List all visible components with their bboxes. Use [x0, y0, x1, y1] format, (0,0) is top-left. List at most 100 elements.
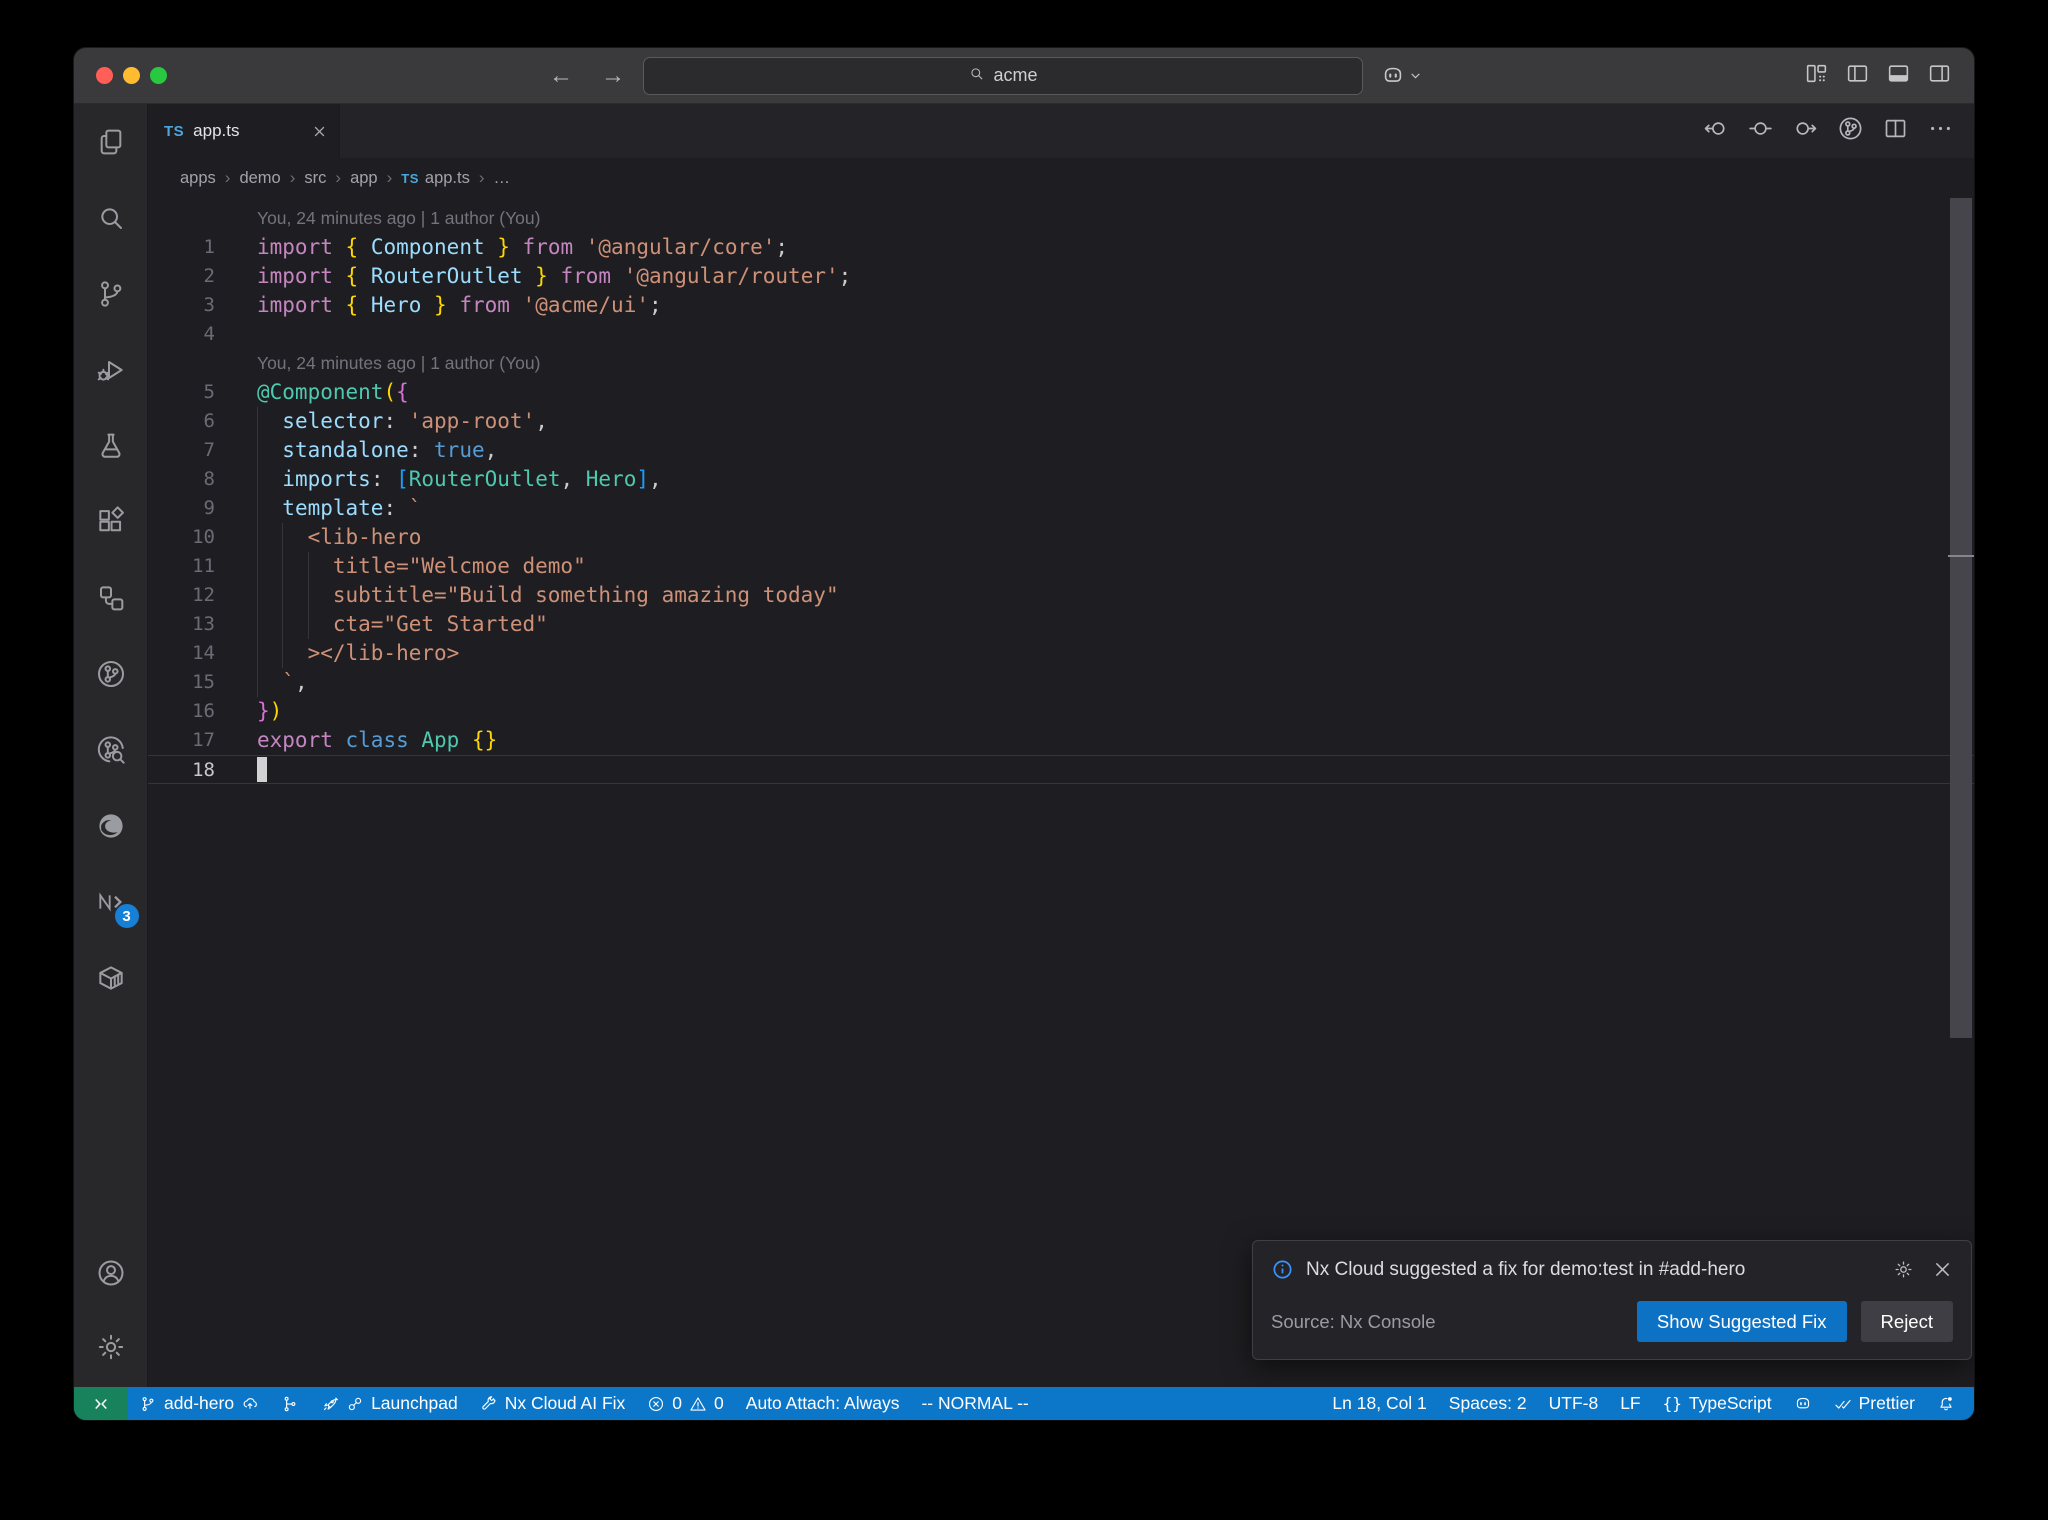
status-item-gitlens-launchpad[interactable]: Launchpad	[310, 1387, 469, 1420]
scrollbar-thumb[interactable]	[1950, 198, 1972, 1038]
activity-item-search[interactable]	[87, 194, 135, 242]
activity-item-containers[interactable]	[87, 954, 135, 1002]
activity-item-project-hierarchy[interactable]	[87, 574, 135, 622]
toggle-primary-sidebar-icon[interactable]	[1845, 61, 1870, 91]
code-line-6: 6 selector: 'app-root',	[148, 407, 1974, 436]
activity-item-manage-settings[interactable]	[87, 1323, 135, 1371]
activity-item-accounts[interactable]	[87, 1249, 135, 1297]
history-forward-button[interactable]: →	[601, 62, 625, 90]
tab-close-icon[interactable]	[312, 124, 327, 139]
code-line-1: 1 import { Component } from '@angular/cor…	[203, 235, 789, 259]
history-back-button[interactable]: ←	[549, 62, 573, 90]
reject-button[interactable]: Reject	[1860, 1301, 1953, 1342]
notification-toast: Nx Cloud suggested a fix for demo:test i…	[1252, 1240, 1972, 1360]
command-center-search[interactable]: acme	[643, 56, 1363, 95]
blame-annotation: You, 24 minutes ago | 1 author (You)	[257, 353, 541, 373]
status-label: UTF-8	[1548, 1393, 1599, 1413]
breadcrumb-item-app.ts[interactable]: TS app.ts	[401, 169, 470, 188]
gear-icon	[95, 1331, 127, 1363]
activity-item-gitlens[interactable]	[87, 650, 135, 698]
status-label: 0	[672, 1393, 683, 1413]
bell-dot-icon	[1937, 1395, 1955, 1413]
status-label: 0	[714, 1393, 724, 1413]
tab-app-ts[interactable]: TS app.ts	[148, 104, 340, 158]
link-icon	[346, 1395, 364, 1413]
breadcrumb-separator: ›	[224, 168, 231, 187]
status-item-copilot-status[interactable]	[1783, 1387, 1823, 1420]
copilot-menu-button[interactable]	[1381, 64, 1422, 88]
breadcrumb-item-app[interactable]: app	[350, 169, 378, 188]
status-item-vim-mode[interactable]: -- NORMAL --	[910, 1387, 1039, 1420]
remote-icon	[92, 1395, 110, 1413]
toast-title: Nx Cloud suggested a fix for demo:test i…	[1306, 1258, 1746, 1280]
tab-bar: TS app.ts	[148, 104, 1974, 158]
code-line-18: 18	[148, 755, 1974, 784]
show-suggested-fix-button[interactable]: Show Suggested Fix	[1636, 1301, 1847, 1342]
maximize-window-button[interactable]	[150, 67, 167, 84]
status-item-nx-cloud-ai-fix[interactable]: Nx Cloud AI Fix	[469, 1387, 637, 1420]
code-line-12: 12 subtitle="Build something amazing tod…	[148, 581, 1974, 610]
status-item-encoding[interactable]: UTF-8	[1538, 1387, 1610, 1420]
breadcrumb-item-[interactable]: …	[494, 169, 511, 188]
activity-item-extensions[interactable]	[87, 498, 135, 546]
toast-settings-icon[interactable]	[1893, 1259, 1914, 1280]
account-icon	[95, 1257, 127, 1289]
status-item-commit-graph[interactable]	[270, 1387, 310, 1420]
status-label: add-hero	[164, 1393, 235, 1413]
status-item-cursor-position[interactable]: Ln 18, Col 1	[1321, 1387, 1437, 1420]
container-icon	[95, 962, 127, 994]
status-item-notifications-bell[interactable]	[1926, 1387, 1966, 1420]
code-line-15: 15 `,	[148, 668, 1974, 697]
status-item-indentation[interactable]: Spaces: 2	[1438, 1387, 1538, 1420]
code-line-10: 10 <lib-hero	[148, 523, 1974, 552]
activity-item-explorer[interactable]	[87, 118, 135, 166]
minimize-window-button[interactable]	[123, 67, 140, 84]
rocket-icon	[321, 1395, 339, 1413]
code-line-16: 16})	[192, 699, 283, 723]
search-icon	[968, 65, 985, 87]
breadcrumb-item-demo[interactable]: demo	[239, 169, 280, 188]
split-editor-icon[interactable]	[1882, 115, 1909, 147]
code-line-13: 13 cta="Get Started"	[148, 610, 1974, 639]
code-line-17: 17 export class App {}	[192, 728, 498, 752]
status-item-auto-attach[interactable]: Auto Attach: Always	[735, 1387, 911, 1420]
code-line-5: 5 @Component({	[203, 380, 409, 404]
status-label: Prettier	[1858, 1393, 1915, 1413]
files-icon	[95, 126, 127, 158]
status-item-eol-sequence[interactable]: LF	[1609, 1387, 1651, 1420]
branch-big-icon	[95, 278, 127, 310]
toggle-secondary-sidebar-icon[interactable]	[1927, 61, 1952, 91]
close-window-button[interactable]	[96, 67, 113, 84]
typescript-file-icon: TS	[401, 170, 419, 186]
editor-actions	[1702, 104, 1974, 158]
breadcrumb-item-src[interactable]: src	[304, 169, 326, 188]
status-item-formatter-prettier[interactable]: Prettier	[1823, 1387, 1926, 1420]
code-editor[interactable]: You, 24 minutes ago | 1 author (You) 1 imp…	[148, 198, 1974, 1387]
nav-back-icon[interactable]	[1702, 115, 1729, 147]
breadcrumb-item-apps[interactable]: apps	[180, 169, 216, 188]
status-item-git-branch-publish[interactable]: add-hero	[128, 1387, 270, 1420]
status-label: Spaces: 2	[1448, 1393, 1527, 1413]
activity-item-run-and-debug[interactable]	[87, 346, 135, 394]
gitlens-file-history-icon[interactable]	[1837, 115, 1864, 147]
code-line-7: 7 standalone: true,	[148, 436, 1974, 465]
breadcrumb-separator: ›	[478, 168, 485, 187]
code-line-2: 2 import { RouterOutlet } from '@angular/…	[203, 264, 852, 288]
toast-close-icon[interactable]	[1932, 1259, 1953, 1280]
activity-item-nx-console[interactable]: 3	[87, 878, 139, 928]
gitlens-icon	[95, 658, 127, 690]
activity-item-gitlens-search[interactable]	[87, 726, 135, 774]
status-item-remote-indicator[interactable]	[74, 1387, 128, 1420]
status-item-problems[interactable]: 00	[636, 1387, 734, 1420]
status-item-language-mode[interactable]: {} TypeScript	[1652, 1387, 1783, 1420]
activity-item-testing[interactable]	[87, 422, 135, 470]
more-actions-icon[interactable]	[1927, 115, 1954, 147]
next-change-icon[interactable]	[1792, 115, 1819, 147]
activity-item-source-control[interactable]	[87, 270, 135, 318]
customize-layout-icon[interactable]	[1804, 61, 1829, 91]
editor-scrollbar[interactable]	[1948, 198, 1974, 1387]
previous-change-icon[interactable]	[1747, 115, 1774, 147]
activity-item-edge-tools[interactable]	[87, 802, 135, 850]
toggle-panel-icon[interactable]	[1886, 61, 1911, 91]
status-label: Nx Cloud AI Fix	[504, 1393, 626, 1413]
